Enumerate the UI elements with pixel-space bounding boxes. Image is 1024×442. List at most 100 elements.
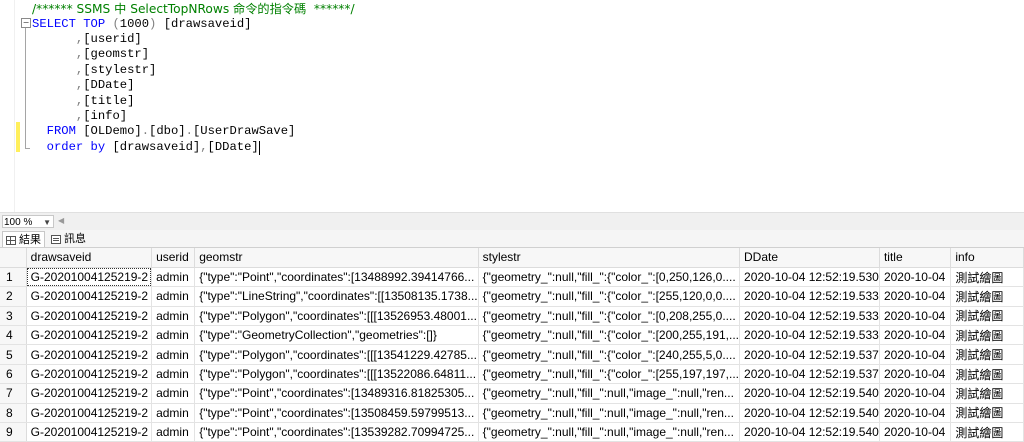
table-row[interactable]: 4 G-20201004125219-2 admin {"type":"Geometr… — [0, 325, 1024, 346]
table-row[interactable]: 9 G-20201004125219-2 admin {"type":"Point",… — [0, 422, 1024, 442]
cell-stylestr[interactable]: {"geometry_":null,"fill_":{"color_":[255… — [478, 364, 741, 385]
cell-geomstr[interactable]: {"type":"Polygon","coordinates":[[[13541… — [194, 344, 479, 365]
cell-geomstr[interactable]: {"type":"Point","coordinates":[13488992.… — [194, 267, 479, 288]
cell-stylestr[interactable]: {"geometry_":null,"fill_":null,"image_":… — [478, 383, 741, 404]
cell-info[interactable]: 測試繪圖 — [950, 286, 1024, 307]
row-number[interactable]: 5 — [0, 344, 27, 365]
cell-title[interactable]: 2020-10-04 — [879, 344, 952, 365]
cell-userid[interactable]: admin — [151, 403, 196, 424]
cell-DDate[interactable]: 2020-10-04 12:52:19.537 — [739, 344, 880, 365]
code-token: [info] — [83, 109, 128, 123]
cell-drawsaveid[interactable]: G-20201004125219-2 — [26, 364, 153, 385]
row-number[interactable]: 1 — [0, 267, 27, 288]
column-header-userid[interactable]: userid — [151, 248, 196, 268]
cell-info[interactable]: 測試繪圖 — [950, 267, 1024, 288]
row-header-corner[interactable] — [0, 248, 27, 268]
cell-geomstr[interactable]: {"type":"Point","coordinates":[13508459.… — [194, 403, 479, 424]
cell-info[interactable]: 測試繪圖 — [950, 306, 1024, 327]
cell-userid[interactable]: admin — [151, 383, 196, 404]
cell-geomstr[interactable]: {"type":"LineString","coordinates":[[135… — [194, 286, 479, 307]
scroll-left-icon[interactable]: ◀ — [58, 216, 64, 225]
cell-stylestr[interactable]: {"geometry_":null,"fill_":{"color_":[200… — [478, 325, 741, 346]
cell-title[interactable]: 2020-10-04 — [879, 383, 952, 404]
row-number[interactable]: 8 — [0, 403, 27, 424]
cell-info[interactable]: 測試繪圖 — [950, 422, 1024, 442]
column-header-stylestr[interactable]: stylestr — [478, 248, 741, 268]
cell-userid[interactable]: admin — [151, 286, 196, 307]
cell-drawsaveid[interactable]: G-20201004125219-2 — [26, 286, 153, 307]
cell-userid[interactable]: admin — [151, 344, 196, 365]
cell-geomstr[interactable]: {"type":"Polygon","coordinates":[[[13526… — [194, 306, 479, 327]
cell-title[interactable]: 2020-10-04 — [879, 325, 952, 346]
cell-DDate[interactable]: 2020-10-04 12:52:19.533 — [739, 306, 880, 327]
cell-userid[interactable]: admin — [151, 325, 196, 346]
cell-drawsaveid[interactable]: G-20201004125219-2 — [26, 344, 153, 365]
cell-userid[interactable]: admin — [151, 267, 196, 288]
cell-title[interactable]: 2020-10-04 — [879, 364, 952, 385]
cell-userid[interactable]: admin — [151, 306, 196, 327]
cell-stylestr[interactable]: {"geometry_":null,"fill_":{"color_":[0,2… — [478, 267, 741, 288]
column-header-info[interactable]: info — [950, 248, 1024, 268]
row-number[interactable]: 3 — [0, 306, 27, 327]
cell-stylestr[interactable]: {"geometry_":null,"fill_":{"color_":[240… — [478, 344, 741, 365]
column-header-title[interactable]: title — [879, 248, 952, 268]
cell-drawsaveid[interactable]: G-20201004125219-2 — [26, 267, 153, 288]
cell-stylestr[interactable]: {"geometry_":null,"fill_":{"color_":[0,2… — [478, 306, 741, 327]
cell-DDate[interactable]: 2020-10-04 12:52:19.533 — [739, 286, 880, 307]
cell-DDate[interactable]: 2020-10-04 12:52:19.540 — [739, 383, 880, 404]
cell-stylestr[interactable]: {"geometry_":null,"fill_":{"color_":[255… — [478, 286, 741, 307]
cell-info[interactable]: 測試繪圖 — [950, 383, 1024, 404]
row-number[interactable]: 4 — [0, 325, 27, 346]
cell-geomstr[interactable]: {"type":"GeometryCollection","geometries… — [194, 325, 479, 346]
cell-info[interactable]: 測試繪圖 — [950, 403, 1024, 424]
cell-userid[interactable]: admin — [151, 422, 196, 442]
cell-info[interactable]: 測試繪圖 — [950, 344, 1024, 365]
cell-DDate[interactable]: 2020-10-04 12:52:19.537 — [739, 364, 880, 385]
column-header-drawsaveid[interactable]: drawsaveid — [26, 248, 153, 268]
cell-stylestr[interactable]: {"geometry_":null,"fill_":null,"image_":… — [478, 403, 741, 424]
cell-geomstr[interactable]: {"type":"Point","coordinates":[13539282.… — [194, 422, 479, 442]
cell-info[interactable]: 測試繪圖 — [950, 325, 1024, 346]
tab-messages[interactable]: 訊息 — [48, 231, 89, 246]
results-table: drawsaveid userid geomstr stylestr DDate titl… — [0, 248, 1024, 442]
tab-results[interactable]: 結果 — [2, 231, 45, 247]
cell-geomstr[interactable]: {"type":"Point","coordinates":[13489316.… — [194, 383, 479, 404]
cell-title[interactable]: 2020-10-04 — [879, 403, 952, 424]
cell-drawsaveid[interactable]: G-20201004125219-2 — [26, 403, 153, 424]
table-row[interactable]: 7 G-20201004125219-2 admin {"type":"Point",… — [0, 383, 1024, 404]
cell-title[interactable]: 2020-10-04 — [879, 306, 952, 327]
cell-drawsaveid[interactable]: G-20201004125219-2 — [26, 383, 153, 404]
cell-geomstr[interactable]: {"type":"Polygon","coordinates":[[[13522… — [194, 364, 479, 385]
cell-drawsaveid[interactable]: G-20201004125219-2 — [26, 306, 153, 327]
table-row[interactable]: 8 G-20201004125219-2 admin {"type":"Point",… — [0, 403, 1024, 424]
cell-userid[interactable]: admin — [151, 364, 196, 385]
cell-drawsaveid[interactable]: G-20201004125219-2 — [26, 422, 153, 442]
column-header-DDate[interactable]: DDate — [739, 248, 880, 268]
results-grid[interactable]: drawsaveid userid geomstr stylestr DDate titl… — [0, 248, 1024, 442]
table-row[interactable]: 2 G-20201004125219-2 admin {"type":"LineStr… — [0, 286, 1024, 307]
collapse-icon[interactable]: − — [21, 18, 31, 28]
row-number[interactable]: 2 — [0, 286, 27, 307]
cell-drawsaveid[interactable]: G-20201004125219-2 — [26, 325, 153, 346]
sql-editor[interactable]: − /****** SSMS 中 SelectTopNRows 命令的指令碼 *… — [0, 0, 1024, 212]
cell-DDate[interactable]: 2020-10-04 12:52:19.540 — [739, 403, 880, 424]
row-number[interactable]: 9 — [0, 422, 27, 442]
cell-title[interactable]: 2020-10-04 — [879, 267, 952, 288]
cell-stylestr[interactable]: {"geometry_":null,"fill_":null,"image_":… — [478, 422, 741, 442]
cell-title[interactable]: 2020-10-04 — [879, 422, 952, 442]
cell-DDate[interactable]: 2020-10-04 12:52:19.530 — [739, 267, 880, 288]
cell-info[interactable]: 測試繪圖 — [950, 364, 1024, 385]
column-header-geomstr[interactable]: geomstr — [194, 248, 479, 268]
table-row[interactable]: 6 G-20201004125219-2 admin {"type":"Polygon… — [0, 364, 1024, 385]
table-row[interactable]: 3 G-20201004125219-2 admin {"type":"Polygon… — [0, 306, 1024, 327]
row-number[interactable]: 6 — [0, 364, 27, 385]
row-number[interactable]: 7 — [0, 383, 27, 404]
table-row[interactable]: 1 G-20201004125219-2 admin {"type":"Point",… — [0, 267, 1024, 288]
table-row[interactable]: 5 G-20201004125219-2 admin {"type":"Polygon… — [0, 344, 1024, 365]
cell-DDate[interactable]: 2020-10-04 12:52:19.540 — [739, 422, 880, 442]
cell-title[interactable]: 2020-10-04 — [879, 286, 952, 307]
zoom-select[interactable]: 100 % ▼ — [2, 215, 54, 228]
cell-DDate[interactable]: 2020-10-04 12:52:19.533 — [739, 325, 880, 346]
